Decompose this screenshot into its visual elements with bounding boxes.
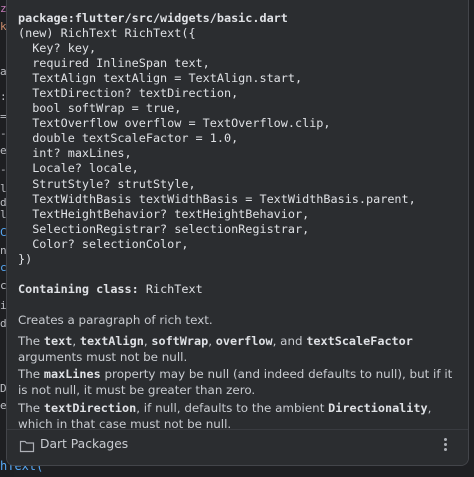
signature-line: double textScaleFactor = 1.0,: [18, 131, 239, 146]
code-ref: maxLines: [43, 367, 101, 381]
signature-line: (new) RichText RichText({: [18, 26, 196, 41]
text-run: The: [18, 334, 44, 348]
text-run: , if null, defaults to the ambient: [136, 401, 329, 415]
code-ref: overflow: [215, 334, 273, 348]
description-paragraph: The text, textAlign, softWrap, overflow,…: [18, 333, 458, 365]
signature-block: package:flutter/src/widgets/basic.dart (…: [18, 11, 416, 267]
signature-line: Key? key,: [18, 41, 97, 56]
signature-line: required InlineSpan text,: [18, 56, 210, 71]
package-path: package:flutter/src/widgets/basic.dart: [18, 11, 288, 25]
source-link[interactable]: Dart Packages: [40, 437, 128, 451]
code-ref: softWrap: [151, 334, 209, 348]
description-paragraph: The maxLines property may be null (and i…: [18, 366, 458, 398]
signature-line: SelectionRegistrar? selectionRegistrar,: [18, 221, 310, 236]
signature-line: Locale? locale,: [18, 161, 139, 176]
signature-line: Color? selectionColor,: [18, 236, 189, 251]
containing-class-link[interactable]: RichText: [146, 282, 203, 296]
more-vertical-icon[interactable]: [444, 438, 448, 454]
signature-line: StrutStyle? strutStyle,: [18, 176, 196, 191]
signature-line: }): [18, 251, 33, 266]
containing-class: Containing class: RichText: [18, 282, 203, 296]
signature-line: TextHeightBehavior? textHeightBehavior,: [18, 206, 310, 221]
popup-footer: Dart Packages: [7, 430, 468, 465]
signature-line: int? maxLines,: [18, 146, 132, 161]
signature-line: TextWidthBasis textWidthBasis = TextWidt…: [18, 191, 416, 206]
text-run: arguments must not be null.: [18, 350, 188, 364]
signature-line: bool softWrap = true,: [18, 101, 182, 116]
documentation-popup: package:flutter/src/widgets/basic.dart (…: [6, 0, 469, 466]
code-ref: Directionality: [328, 401, 428, 415]
description-paragraph: The textDirection, if null, defaults to …: [18, 400, 458, 432]
text-run: ,: [208, 334, 216, 348]
containing-class-label: Containing class:: [18, 282, 139, 296]
text-run: , and: [272, 334, 307, 348]
code-ref: textDirection: [43, 401, 137, 415]
signature-line: TextDirection? textDirection,: [18, 86, 239, 101]
text-run: The: [18, 401, 44, 415]
description-summary: Creates a paragraph of rich text.: [18, 313, 213, 327]
signature-line: TextOverflow overflow = TextOverflow.cli…: [18, 116, 331, 131]
code-ref: textAlign: [79, 334, 144, 348]
code-ref: text: [43, 334, 73, 348]
text-run: ,: [72, 334, 80, 348]
signature-line: TextAlign textAlign = TextAlign.start,: [18, 71, 303, 86]
text-run: The: [18, 367, 44, 381]
folder-icon: [19, 438, 35, 453]
code-ref: textScaleFactor: [306, 334, 413, 348]
